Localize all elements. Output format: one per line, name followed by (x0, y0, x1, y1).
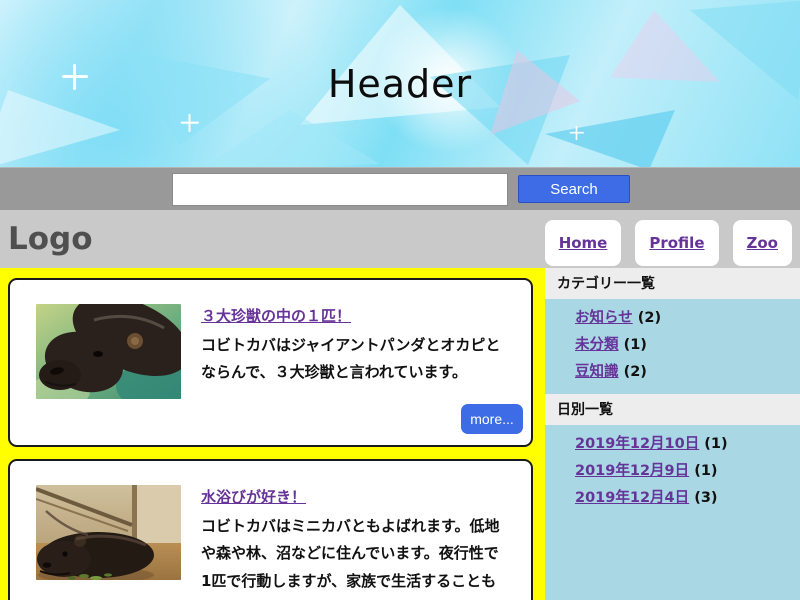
search-input[interactable] (172, 173, 508, 206)
main-nav: Home Profile Zoo (545, 220, 792, 266)
content-area: ３大珍獣の中の１匹！ コビトカバはジャイアントパンダとオカピとならんで、３大珍獣… (0, 268, 800, 600)
category-list: お知らせ (2) 未分類 (1) 豆知識 (2) (545, 299, 800, 394)
page: Header Search Logo Home Profile Zoo (0, 0, 800, 600)
category-count: (2) (624, 364, 647, 380)
sidebar-section-dates: 日別一覧 2019年12月10日 (1) 2019年12月9日 (1) 2019… (545, 394, 800, 520)
list-item: 2019年12月10日 (1) (575, 435, 790, 454)
nav-item-home[interactable]: Home (545, 220, 622, 266)
nav-item-profile[interactable]: Profile (635, 220, 718, 266)
article-body-text: コビトカバはジャイアントパンダとオカピとならんで、３大珍獣と言われています。 (201, 332, 505, 387)
sidebar: カテゴリー一覧 お知らせ (2) 未分類 (1) 豆知識 (2) 日別一覧 20… (545, 268, 800, 600)
crystal-shape (545, 110, 675, 167)
category-link[interactable]: お知らせ (575, 310, 633, 326)
logo: Logo (8, 221, 93, 257)
sidebar-section-title: カテゴリー一覧 (545, 268, 800, 299)
article-card-body: ３大珍獣の中の１匹！ コビトカバはジャイアントパンダとオカピとならんで、３大珍獣… (36, 304, 505, 399)
list-item: お知らせ (2) (575, 309, 790, 328)
search-button[interactable]: Search (518, 175, 630, 203)
article-body-text: コビトカバはミニカバともよばれます。低地や森や林、沼などに住んでいます。夜行性で… (201, 513, 505, 600)
list-item: 2019年12月4日 (3) (575, 489, 790, 508)
sidebar-section-categories: カテゴリー一覧 お知らせ (2) 未分類 (1) 豆知識 (2) (545, 268, 800, 394)
category-link[interactable]: 豆知識 (575, 364, 619, 380)
article-text: 水浴びが好き！ コビトカバはミニカバともよばれます。低地や森や林、沼などに住んで… (201, 485, 505, 600)
list-item: 2019年12月9日 (1) (575, 462, 790, 481)
article-text: ３大珍獣の中の１匹！ コビトカバはジャイアントパンダとオカピとならんで、３大珍獣… (201, 304, 505, 399)
article-title-link[interactable]: ３大珍獣の中の１匹！ (201, 305, 351, 326)
article-card: ３大珍獣の中の１匹！ コビトカバはジャイアントパンダとオカピとならんで、３大珍獣… (8, 278, 533, 447)
category-count: (2) (638, 310, 661, 326)
article-image-hippo-swimming (36, 304, 181, 399)
article-image-hippo-lying (36, 485, 181, 580)
sparkle-icon (576, 126, 578, 140)
sparkle-icon (188, 114, 190, 132)
date-link[interactable]: 2019年12月9日 (575, 463, 689, 479)
nav-item-zoo[interactable]: Zoo (733, 220, 793, 266)
main-content: ３大珍獣の中の１匹！ コビトカバはジャイアントパンダとオカピとならんで、３大珍獣… (0, 268, 545, 600)
article-card: 水浴びが好き！ コビトカバはミニカバともよばれます。低地や森や林、沼などに住んで… (8, 459, 533, 600)
category-count: (1) (624, 337, 647, 353)
date-count: (3) (694, 490, 717, 506)
more-button[interactable]: more... (461, 404, 523, 434)
article-title-link[interactable]: 水浴びが好き！ (201, 486, 306, 507)
nav-item-home-label: Home (559, 234, 608, 252)
category-link[interactable]: 未分類 (575, 337, 619, 353)
list-item: 豆知識 (2) (575, 363, 790, 382)
date-list: 2019年12月10日 (1) 2019年12月9日 (1) 2019年12月4… (545, 425, 800, 520)
article-card-body: 水浴びが好き！ コビトカバはミニカバともよばれます。低地や森や林、沼などに住んで… (36, 485, 505, 600)
header-banner: Header (0, 0, 800, 167)
date-link[interactable]: 2019年12月10日 (575, 436, 699, 452)
logo-bar: Logo Home Profile Zoo (0, 210, 800, 268)
nav-item-zoo-label: Zoo (747, 234, 779, 252)
date-count: (1) (694, 463, 717, 479)
page-title: Header (0, 62, 800, 106)
list-item: 未分類 (1) (575, 336, 790, 355)
nav-item-profile-label: Profile (649, 234, 704, 252)
sidebar-section-title: 日別一覧 (545, 394, 800, 425)
search-bar: Search (0, 167, 800, 210)
date-count: (1) (704, 436, 727, 452)
date-link[interactable]: 2019年12月4日 (575, 490, 689, 506)
